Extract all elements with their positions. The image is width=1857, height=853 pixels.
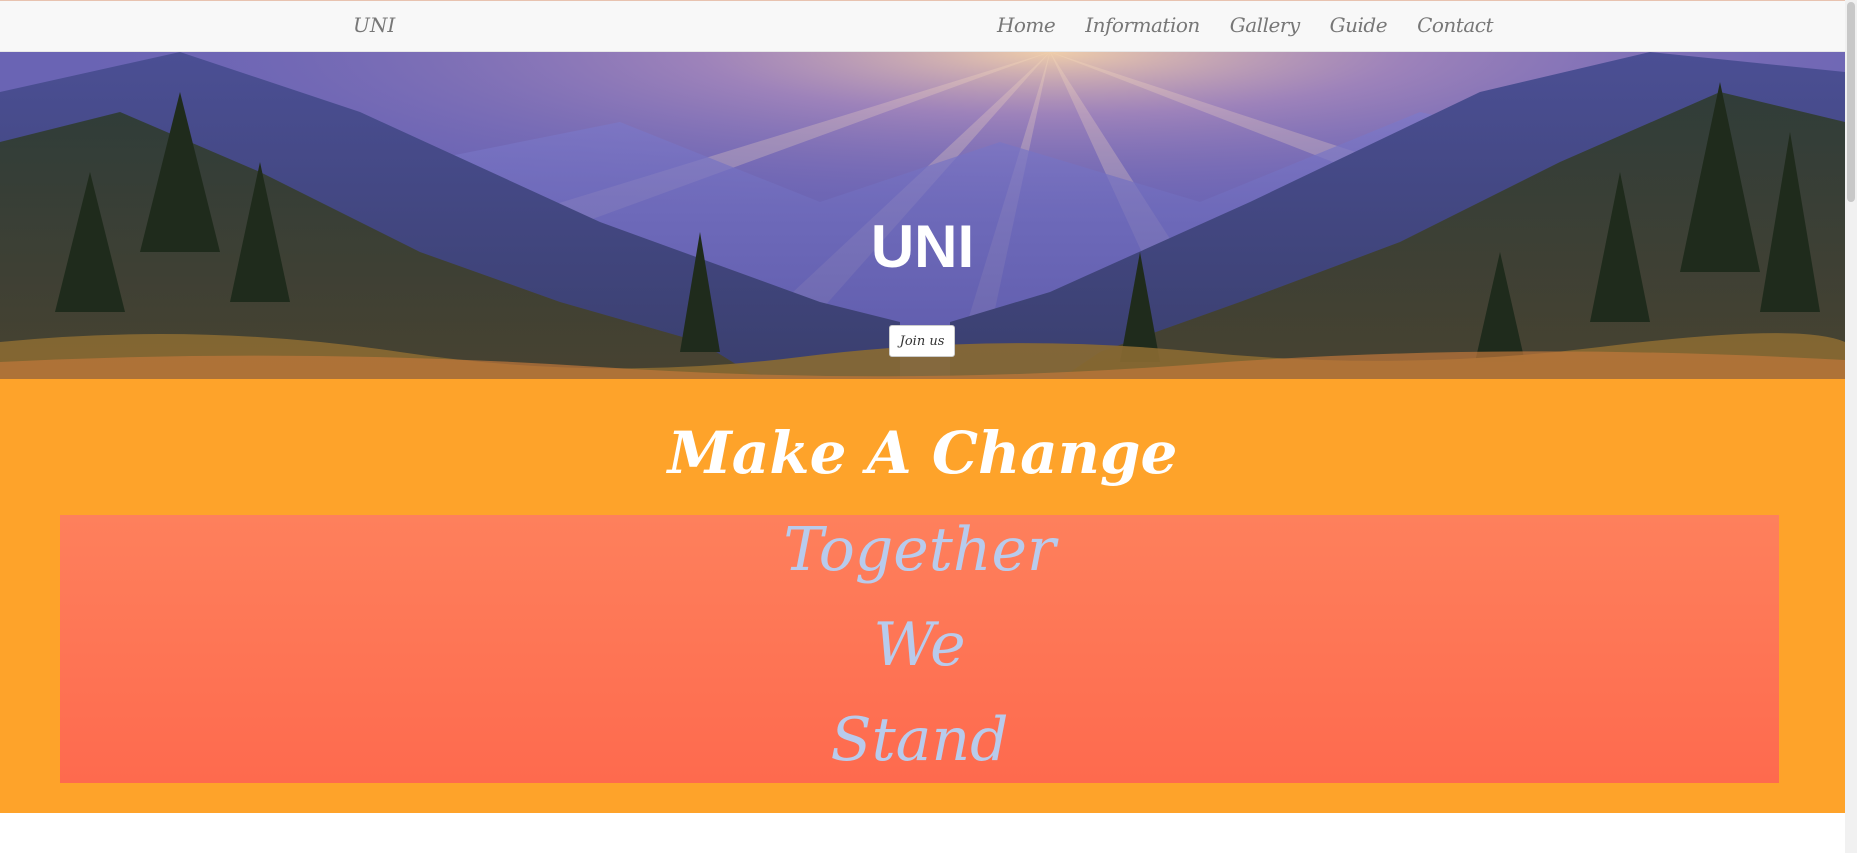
section-heading: Make A Change — [667, 419, 1178, 487]
page: UNI Home Information Gallery Guide Conta… — [0, 0, 1857, 853]
motto-line-we: We — [873, 610, 966, 680]
nav-link-guide[interactable]: Guide — [1330, 13, 1388, 37]
nav-link-gallery[interactable]: Gallery — [1230, 13, 1300, 37]
nav-link-contact[interactable]: Contact — [1417, 13, 1493, 37]
brand-link[interactable]: UNI — [353, 13, 395, 37]
hero-title: UNI — [870, 213, 975, 280]
motto-box: Together We Stand — [60, 515, 1779, 783]
join-us-button[interactable]: Join us — [889, 325, 955, 357]
motto-line-together: Together — [783, 515, 1056, 585]
nav-link-home[interactable]: Home — [997, 13, 1056, 37]
motto-line-stand: Stand — [830, 705, 1009, 775]
make-a-change-section: Make A Change Together We Stand — [0, 379, 1845, 813]
nav-link-information[interactable]: Information — [1085, 13, 1200, 37]
page-scrollbar[interactable] — [1845, 0, 1857, 853]
navbar: UNI Home Information Gallery Guide Conta… — [0, 0, 1845, 52]
nav-links: Home Information Gallery Guide Contact — [967, 13, 1494, 37]
scrollbar-thumb[interactable] — [1847, 2, 1855, 202]
hero-banner: UNI Join us — [0, 52, 1845, 379]
